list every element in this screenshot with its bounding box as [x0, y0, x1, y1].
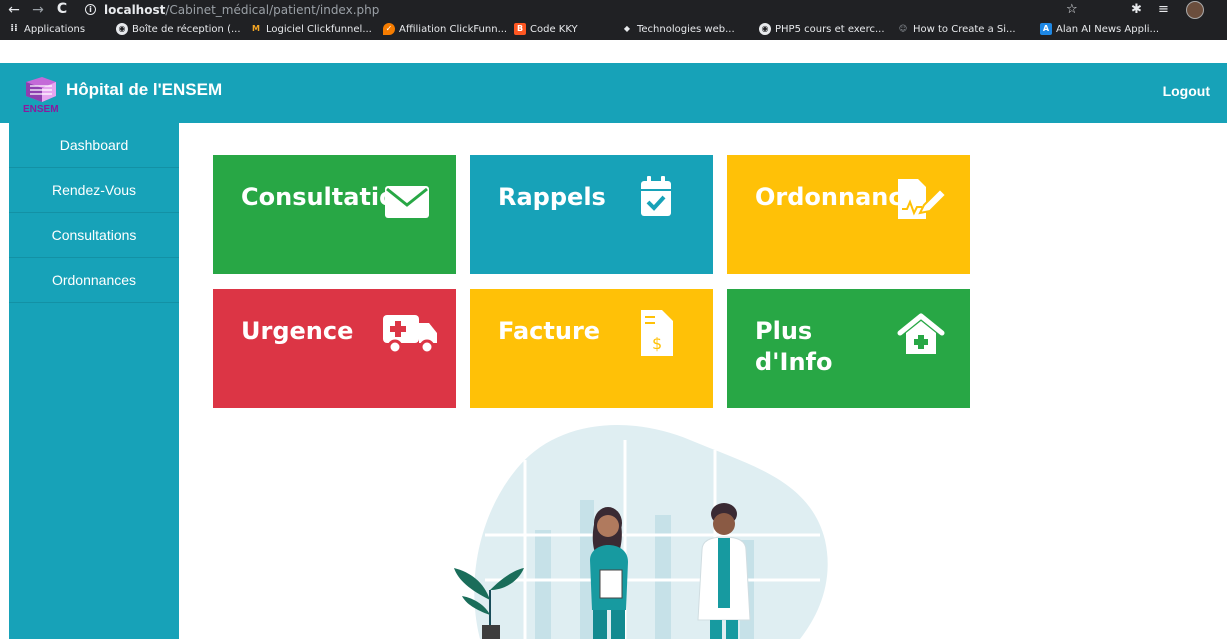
- bookmark-item[interactable]: M Logiciel Clickfunnel...: [250, 23, 372, 35]
- bookmark-item[interactable]: ◆ Technologies web...: [621, 23, 735, 35]
- bookmark-label: Code KKY: [530, 23, 578, 35]
- sidebar-item-ordonnances[interactable]: Ordonnances: [9, 258, 179, 303]
- logo-text: ENSEM: [23, 104, 59, 113]
- sidebar-item-dashboard[interactable]: Dashboard: [9, 123, 179, 168]
- svg-text:$: $: [652, 334, 662, 353]
- tile-label: Urgence: [241, 317, 354, 345]
- bookmark-item[interactable]: B Code KKY: [514, 23, 578, 35]
- alan-icon: A: [1040, 23, 1052, 35]
- tile-label: Plus d'Info: [755, 317, 833, 377]
- extensions-puzzle-icon[interactable]: ✱: [1131, 2, 1142, 17]
- prescription-edit-icon: [898, 179, 948, 219]
- tile-plus-info[interactable]: Plus d'Info: [727, 289, 970, 408]
- top-navbar: ENSEM Hôpital de l'ENSEM Logout: [0, 63, 1227, 123]
- site-info-icon[interactable]: i: [85, 4, 96, 15]
- url-path: /Cabinet_médical/patient/index.php: [165, 3, 380, 17]
- bookmark-label: How to Create a Si...: [913, 23, 1016, 35]
- chrome-icon: ◉: [116, 23, 128, 35]
- ensem-logo: ENSEM: [22, 76, 60, 115]
- chrome-icon: ◉: [759, 23, 771, 35]
- doctors-illustration: [440, 420, 840, 639]
- bookmark-label: PHP5 cours et exerc...: [775, 23, 885, 35]
- bookmarks-bar: ⁞⁞ Applications ◉ Boîte de réception (..…: [0, 20, 1227, 40]
- bookmark-item[interactable]: A Alan AI News Appli...: [1040, 23, 1159, 35]
- diamond-icon: ◆: [623, 24, 631, 33]
- logout-link[interactable]: Logout: [1163, 83, 1210, 99]
- tile-label: Rappels: [498, 183, 606, 211]
- bookmark-star-icon[interactable]: ☆: [1066, 2, 1078, 17]
- bookmark-label: Logiciel Clickfunnel...: [266, 23, 372, 35]
- page-gap: [0, 40, 1227, 63]
- bookmark-label: Boîte de réception (...: [132, 23, 241, 35]
- bookmark-item[interactable]: ☺ How to Create a Si...: [897, 23, 1016, 35]
- reload-icon[interactable]: C: [52, 1, 72, 17]
- browser-chrome: ← → C i localhost/Cabinet_médical/patien…: [0, 0, 1227, 40]
- ambulance-icon: [383, 315, 437, 355]
- tile-label: Facture: [498, 317, 601, 345]
- shield-icon: ✓: [383, 23, 395, 35]
- clinic-house-icon: [897, 313, 945, 354]
- brand-title[interactable]: Hôpital de l'ENSEM: [66, 80, 222, 100]
- bookmark-label: Applications: [24, 23, 86, 35]
- bookmark-label: Affiliation ClickFunn...: [399, 23, 508, 35]
- back-arrow-icon[interactable]: ←: [4, 2, 24, 18]
- blogger-icon: B: [514, 23, 526, 35]
- person-icon: ☺: [898, 24, 908, 33]
- reading-list-icon[interactable]: ≡: [1158, 2, 1169, 17]
- tile-rappels[interactable]: Rappels: [470, 155, 713, 274]
- address-bar-row: ← → C i localhost/Cabinet_médical/patien…: [0, 0, 1227, 20]
- clickfunnels-icon: M: [252, 24, 260, 33]
- profile-avatar[interactable]: [1186, 1, 1204, 19]
- sidebar: Dashboard Rendez-Vous Consultations Ordo…: [9, 123, 179, 639]
- envelope-icon: [385, 186, 429, 218]
- url-field[interactable]: localhost/Cabinet_médical/patient/index.…: [104, 3, 379, 17]
- url-host: localhost: [104, 3, 166, 17]
- tile-facture[interactable]: Facture $: [470, 289, 713, 408]
- sidebar-item-consultations[interactable]: Consultations: [9, 213, 179, 258]
- bookmark-item[interactable]: ✓ Affiliation ClickFunn...: [383, 23, 507, 35]
- bookmark-item[interactable]: ◉ Boîte de réception (...: [116, 23, 241, 35]
- bookmark-label: Alan AI News Appli...: [1056, 23, 1160, 35]
- bookmark-item[interactable]: ⁞⁞ Applications: [8, 23, 85, 35]
- tile-consultation[interactable]: Consultation: [213, 155, 456, 274]
- tile-urgence[interactable]: Urgence: [213, 289, 456, 408]
- apps-grid-icon: ⁞⁞: [10, 23, 18, 34]
- calendar-check-icon: [641, 176, 671, 216]
- tile-ordonnance[interactable]: Ordonnance: [727, 155, 970, 274]
- forward-arrow-icon[interactable]: →: [28, 2, 48, 18]
- sidebar-item-rendez-vous[interactable]: Rendez-Vous: [9, 168, 179, 213]
- invoice-dollar-icon: $: [641, 310, 673, 356]
- bookmark-item[interactable]: ◉ PHP5 cours et exerc...: [759, 23, 885, 35]
- bookmark-label: Technologies web...: [637, 23, 735, 35]
